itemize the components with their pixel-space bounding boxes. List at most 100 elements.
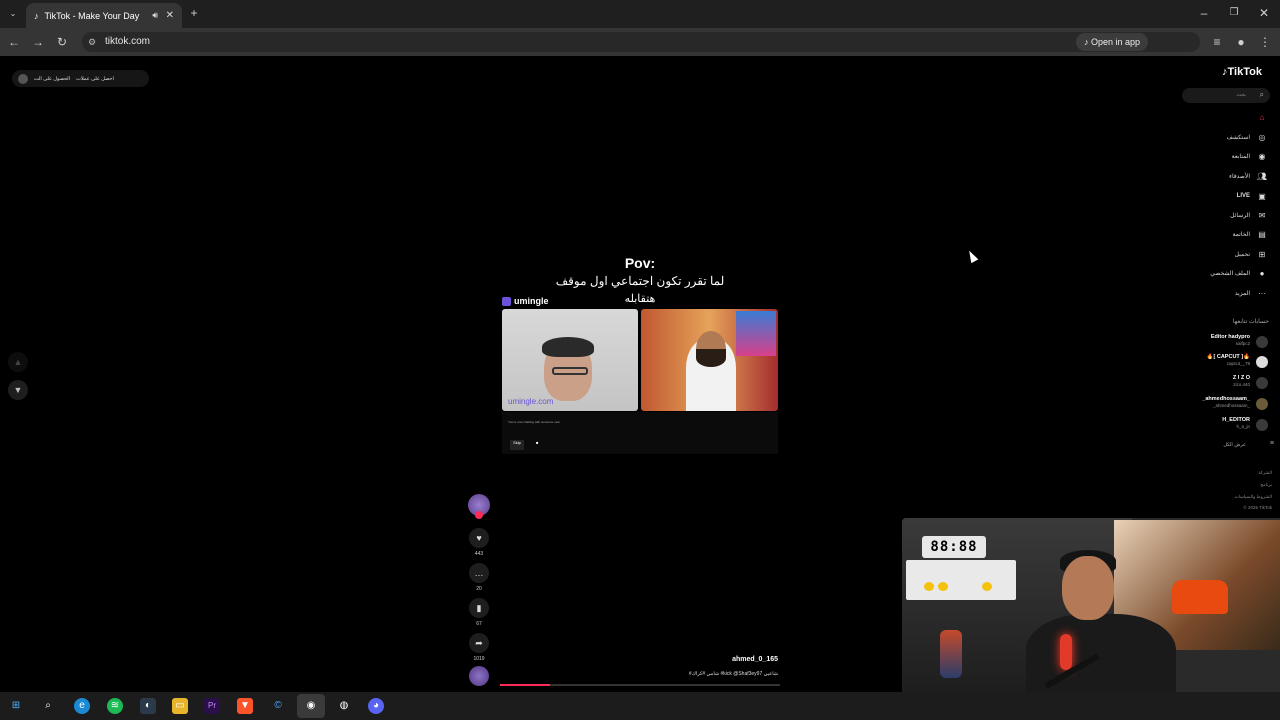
account-handle: zizo.440 (1233, 382, 1250, 387)
bookmark-icon[interactable]: ▮ (469, 598, 489, 618)
footer-link[interactable]: الشروط والسياسات (1234, 494, 1272, 500)
followed-account[interactable]: _ahmedhossaam_ _ahmedhossaam_ (1170, 396, 1270, 412)
brave-icon[interactable]: ▼ (237, 698, 253, 714)
account-name: 🔥[ CAPCUT ]🔥 (1206, 354, 1250, 360)
video-hashtags[interactable]: #شامي #كراك #kick @Shaf3ey97 شاعيي (620, 671, 778, 677)
logo-text: TikTok (1227, 66, 1262, 78)
followed-account[interactable]: Editor hadypro salfpc2 (1170, 334, 1270, 350)
sidebar-item-explore[interactable]: استكشف ◎ (1180, 131, 1270, 145)
sidebar-item-label: LIVE (1236, 193, 1250, 199)
speaker-icon[interactable]: 🔊︎ (152, 10, 158, 21)
cortana-icon[interactable]: © (270, 698, 286, 714)
new-tab-button[interactable]: + (186, 5, 202, 21)
active-tab[interactable]: ♪ TikTok - Make Your Day 🔊︎ ✕ (26, 3, 182, 28)
sidebar-item-following[interactable]: المتابعة ◉ (1180, 150, 1270, 164)
comment-icon[interactable]: … (469, 563, 489, 583)
video-author[interactable]: ahmed_0_165 (690, 656, 778, 663)
save-count: 67 (476, 621, 482, 627)
tab-strip: ⌄ ♪ TikTok - Make Your Day 🔊︎ ✕ + – ❐ ✕ (0, 0, 1280, 28)
window-close-button[interactable]: ✕ (1256, 5, 1272, 21)
discord-icon[interactable]: ◕ (368, 698, 384, 714)
sidebar-item-label: المزيد (1234, 291, 1250, 297)
sidebar-item-profile[interactable]: الملف الشخصي ● (1180, 267, 1270, 281)
file-explorer-icon[interactable]: ▭ (172, 698, 188, 714)
sidebar-item-label: الرسائل (1230, 213, 1250, 219)
account-handle: salfpc2 (1235, 341, 1250, 346)
reload-button[interactable]: ↻ (54, 34, 70, 50)
next-video-button[interactable]: ▼ (8, 380, 28, 400)
skip-button: Skip (510, 440, 524, 450)
footer-link[interactable]: الشركة (1258, 470, 1272, 476)
sidebar-item-more[interactable]: المزيد ··· (1180, 287, 1270, 301)
share-count: 1019 (473, 656, 485, 662)
umingle-logo-icon (502, 296, 511, 306)
led-clock: 88:88 (922, 536, 986, 558)
profile-avatar[interactable]: ● (1233, 34, 1249, 50)
restore-button[interactable]: ❐ (1226, 5, 1242, 21)
followed-account[interactable]: Z I Z O zizo.440 (1170, 375, 1270, 391)
site-info-icon[interactable]: ⚙ (88, 37, 96, 48)
windows-taskbar: ⊞ ⌕ e ≋ ◐ ▭ Pr ▼ © ◉ ◍ ◕ (0, 692, 1280, 720)
tab-close-icon[interactable]: ✕ (166, 10, 174, 21)
shelf (906, 560, 1016, 600)
chat-panel: You're now chatting with someone new Ski… (502, 412, 778, 454)
menu-icon[interactable]: ⋮ (1257, 34, 1273, 50)
avatar[interactable] (18, 73, 28, 84)
tiktok-favicon-icon: ♪ (34, 10, 39, 21)
spotify-icon[interactable]: ≋ (107, 698, 123, 714)
minimize-button[interactable]: – (1196, 5, 1212, 21)
url-text[interactable]: tiktok.com (105, 36, 150, 47)
premiere-pro-icon[interactable]: Pr (204, 698, 220, 714)
sidebar-item-inbox[interactable]: الخاتمة ▤ (1180, 228, 1270, 242)
figurine (940, 630, 962, 678)
windows-start-icon[interactable]: ⊞ (8, 698, 24, 714)
get-app-button[interactable]: الحصول على الت (34, 76, 70, 82)
address-bar[interactable] (82, 32, 1200, 52)
sidebar-item-messages[interactable]: الرسائل ✉ (1180, 209, 1270, 223)
followed-account[interactable]: 🔥[ CAPCUT ]🔥 capcut__79 (1170, 354, 1270, 370)
search-input[interactable]: بحث ⌕ (1182, 88, 1270, 103)
upload-icon: ⊞ (1258, 250, 1266, 259)
tiktok-logo-icon: ♪ (1084, 37, 1092, 47)
video-progress-bar[interactable] (500, 684, 780, 686)
footer-link[interactable]: برنامج (1260, 482, 1272, 488)
tiktok-logo[interactable]: ♪TikTok (1222, 66, 1262, 78)
sidebar-item-friends[interactable]: الأصدقاء 👥︎ (1180, 170, 1270, 184)
steam-icon[interactable]: ◐ (140, 698, 156, 714)
search-icon[interactable]: ⌕ (40, 698, 56, 714)
stop-button: ■ (536, 440, 539, 445)
umingle-brand: umingle (502, 296, 549, 306)
see-all-link[interactable]: عرض الكل (1223, 442, 1246, 448)
account-name: _ahmedhossaam_ (1202, 396, 1250, 402)
followed-account[interactable]: H_EDITOR h_a_jn (1170, 417, 1270, 433)
tab-search-icon[interactable]: ⌄ (5, 6, 21, 22)
previous-video-button[interactable]: ▲ (8, 352, 28, 372)
heart-icon[interactable]: ♥ (469, 528, 489, 548)
sidebar-item-label: الملف الشخصي (1210, 271, 1250, 277)
share-icon[interactable]: ➦ (469, 633, 489, 653)
sidebar-item-live[interactable]: LIVE ▣ (1180, 190, 1270, 204)
following-accounts-heading: حسابات تتابعها (1232, 319, 1269, 325)
caption-title: Pov: (624, 255, 656, 271)
open-in-app-label: Open in app (1091, 37, 1141, 47)
open-in-app-button[interactable]: ♪ Open in app (1076, 33, 1149, 51)
edge-icon[interactable]: e (74, 698, 90, 714)
media-control-icon[interactable]: ≡ (1209, 34, 1225, 50)
forward-button[interactable]: → (30, 34, 46, 50)
avatar (1256, 336, 1268, 348)
account-handle: capcut__79 (1226, 361, 1250, 366)
copyright: © 2026 TikTok (1243, 505, 1272, 510)
obs-icon[interactable]: ◍ (336, 698, 352, 714)
music-disc-avatar[interactable] (469, 666, 489, 686)
back-button[interactable]: ← (6, 34, 22, 50)
sidebar-item-upload[interactable]: تحميل ⊞ (1180, 248, 1270, 262)
avatar (1256, 419, 1268, 431)
sidebar-item-label: الأصدقاء (1229, 174, 1250, 180)
caption-line-2: هتقابله (624, 293, 656, 305)
get-coins-button[interactable]: احصل على عملات (76, 76, 114, 82)
sidebar-item-home[interactable]: ⌂ (1180, 111, 1270, 125)
following-icon: ◉ (1258, 152, 1266, 161)
progress-fill (500, 684, 551, 686)
chrome-icon[interactable]: ◉ (297, 694, 325, 718)
creator-avatar[interactable] (468, 494, 490, 519)
